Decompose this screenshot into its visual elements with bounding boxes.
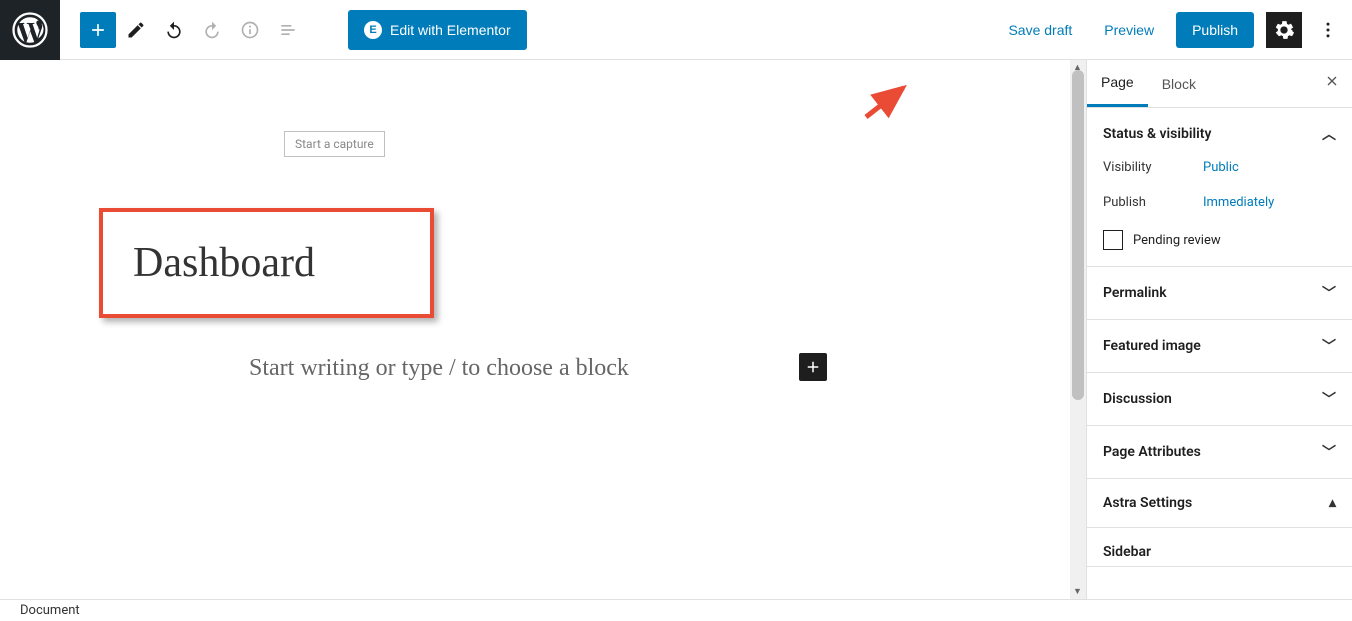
wordpress-logo[interactable] bbox=[0, 0, 60, 60]
panel-head-astra-settings[interactable]: Astra Settings ▴ bbox=[1087, 479, 1352, 527]
tab-page[interactable]: Page bbox=[1087, 60, 1148, 107]
page-title[interactable]: Dashboard bbox=[133, 239, 315, 287]
settings-button[interactable] bbox=[1266, 12, 1302, 48]
body-placeholder-row: Start writing or type / to choose a bloc… bbox=[249, 355, 829, 382]
visibility-row: Visibility Public bbox=[1103, 160, 1336, 175]
panel-title: Sidebar bbox=[1103, 544, 1151, 560]
panel-featured-image: Featured image ﹀ bbox=[1087, 320, 1352, 373]
panel-title: Astra Settings bbox=[1103, 495, 1192, 511]
more-options-button[interactable] bbox=[1314, 12, 1342, 48]
publish-label: Publish bbox=[1103, 195, 1203, 210]
panel-head-page-attributes[interactable]: Page Attributes ﹀ bbox=[1087, 426, 1352, 478]
visibility-label: Visibility bbox=[1103, 160, 1203, 175]
body-placeholder-text[interactable]: Start writing or type / to choose a bloc… bbox=[249, 355, 629, 382]
elementor-label: Edit with Elementor bbox=[390, 22, 511, 38]
sidebar-close-button[interactable] bbox=[1324, 73, 1340, 94]
panel-head-discussion[interactable]: Discussion ﹀ bbox=[1087, 373, 1352, 425]
undo-button[interactable] bbox=[156, 12, 192, 48]
panel-status-visibility: Status & visibility ︿ Visibility Public … bbox=[1087, 108, 1352, 267]
pencil-icon bbox=[126, 20, 146, 40]
editor-canvas[interactable]: Start a capture Dashboard Start writing … bbox=[18, 72, 1068, 599]
scrollbar-thumb[interactable] bbox=[1072, 70, 1084, 400]
chevron-down-icon: ﹀ bbox=[1322, 283, 1336, 303]
panel-head-status-visibility[interactable]: Status & visibility ︿ bbox=[1087, 108, 1352, 160]
panel-title: Status & visibility bbox=[1103, 126, 1211, 142]
list-icon bbox=[278, 20, 298, 40]
chevron-up-icon: ︿ bbox=[1322, 124, 1336, 144]
undo-icon bbox=[164, 20, 184, 40]
panel-page-attributes: Page Attributes ﹀ bbox=[1087, 426, 1352, 479]
info-icon bbox=[240, 20, 260, 40]
panel-head-permalink[interactable]: Permalink ﹀ bbox=[1087, 267, 1352, 319]
chevron-down-icon: ﹀ bbox=[1322, 336, 1336, 356]
triangle-up-icon: ▴ bbox=[1329, 495, 1336, 511]
save-draft-button[interactable]: Save draft bbox=[998, 16, 1082, 44]
edit-button[interactable] bbox=[118, 12, 154, 48]
plus-icon bbox=[804, 358, 822, 376]
panel-discussion: Discussion ﹀ bbox=[1087, 373, 1352, 426]
settings-sidebar: Page Block Status & visibility ︿ Visibil… bbox=[1086, 60, 1352, 599]
pending-review-checkbox[interactable] bbox=[1103, 230, 1123, 250]
chevron-down-icon: ﹀ bbox=[1322, 442, 1336, 462]
page-title-box: Dashboard bbox=[99, 208, 434, 318]
panel-sidebar: Sidebar bbox=[1087, 528, 1352, 567]
preview-button[interactable]: Preview bbox=[1094, 16, 1164, 44]
panel-title: Page Attributes bbox=[1103, 444, 1201, 460]
tab-block[interactable]: Block bbox=[1148, 60, 1210, 107]
editor-scrollbar[interactable]: ▲ ▼ bbox=[1070, 60, 1086, 599]
capture-badge[interactable]: Start a capture bbox=[284, 131, 385, 157]
edit-with-elementor-button[interactable]: E Edit with Elementor bbox=[348, 10, 527, 50]
top-toolbar: E Edit with Elementor Save draft Preview… bbox=[0, 0, 1352, 60]
visibility-value[interactable]: Public bbox=[1203, 160, 1239, 175]
elementor-icon: E bbox=[364, 21, 382, 39]
close-icon bbox=[1324, 73, 1340, 89]
pending-review-row[interactable]: Pending review bbox=[1103, 230, 1336, 250]
panel-head-sidebar[interactable]: Sidebar bbox=[1087, 528, 1352, 566]
bottom-breadcrumb-bar: Document bbox=[0, 599, 1352, 621]
publish-button[interactable]: Publish bbox=[1176, 12, 1254, 48]
panel-body-status-visibility: Visibility Public Publish Immediately Pe… bbox=[1087, 160, 1352, 266]
chevron-down-icon: ﹀ bbox=[1322, 389, 1336, 409]
outline-button[interactable] bbox=[270, 12, 306, 48]
editor-area: Start a capture Dashboard Start writing … bbox=[0, 60, 1086, 599]
add-block-toolbar-button[interactable] bbox=[80, 12, 116, 48]
main-layout: Start a capture Dashboard Start writing … bbox=[0, 60, 1352, 599]
redo-icon bbox=[202, 20, 222, 40]
wordpress-icon bbox=[12, 12, 48, 48]
pending-review-label: Pending review bbox=[1133, 233, 1221, 248]
toolbar-right-group: Save draft Preview Publish bbox=[998, 12, 1352, 48]
redo-button[interactable] bbox=[194, 12, 230, 48]
dots-vertical-icon bbox=[1318, 20, 1338, 40]
publish-value[interactable]: Immediately bbox=[1203, 195, 1274, 210]
breadcrumb[interactable]: Document bbox=[20, 603, 80, 618]
panel-head-featured-image[interactable]: Featured image ﹀ bbox=[1087, 320, 1352, 372]
add-block-inline-button[interactable] bbox=[799, 353, 827, 381]
info-button[interactable] bbox=[232, 12, 268, 48]
panel-astra-settings: Astra Settings ▴ bbox=[1087, 479, 1352, 528]
plus-icon bbox=[88, 20, 108, 40]
panel-title: Discussion bbox=[1103, 391, 1172, 407]
panel-title: Permalink bbox=[1103, 285, 1167, 301]
publish-row: Publish Immediately bbox=[1103, 195, 1336, 210]
gear-icon bbox=[1273, 19, 1295, 41]
panel-title: Featured image bbox=[1103, 338, 1201, 354]
panel-permalink: Permalink ﹀ bbox=[1087, 267, 1352, 320]
sidebar-tabs: Page Block bbox=[1087, 60, 1352, 108]
toolbar-left-group: E Edit with Elementor bbox=[60, 10, 527, 50]
scroll-down-icon: ▼ bbox=[1073, 586, 1082, 597]
